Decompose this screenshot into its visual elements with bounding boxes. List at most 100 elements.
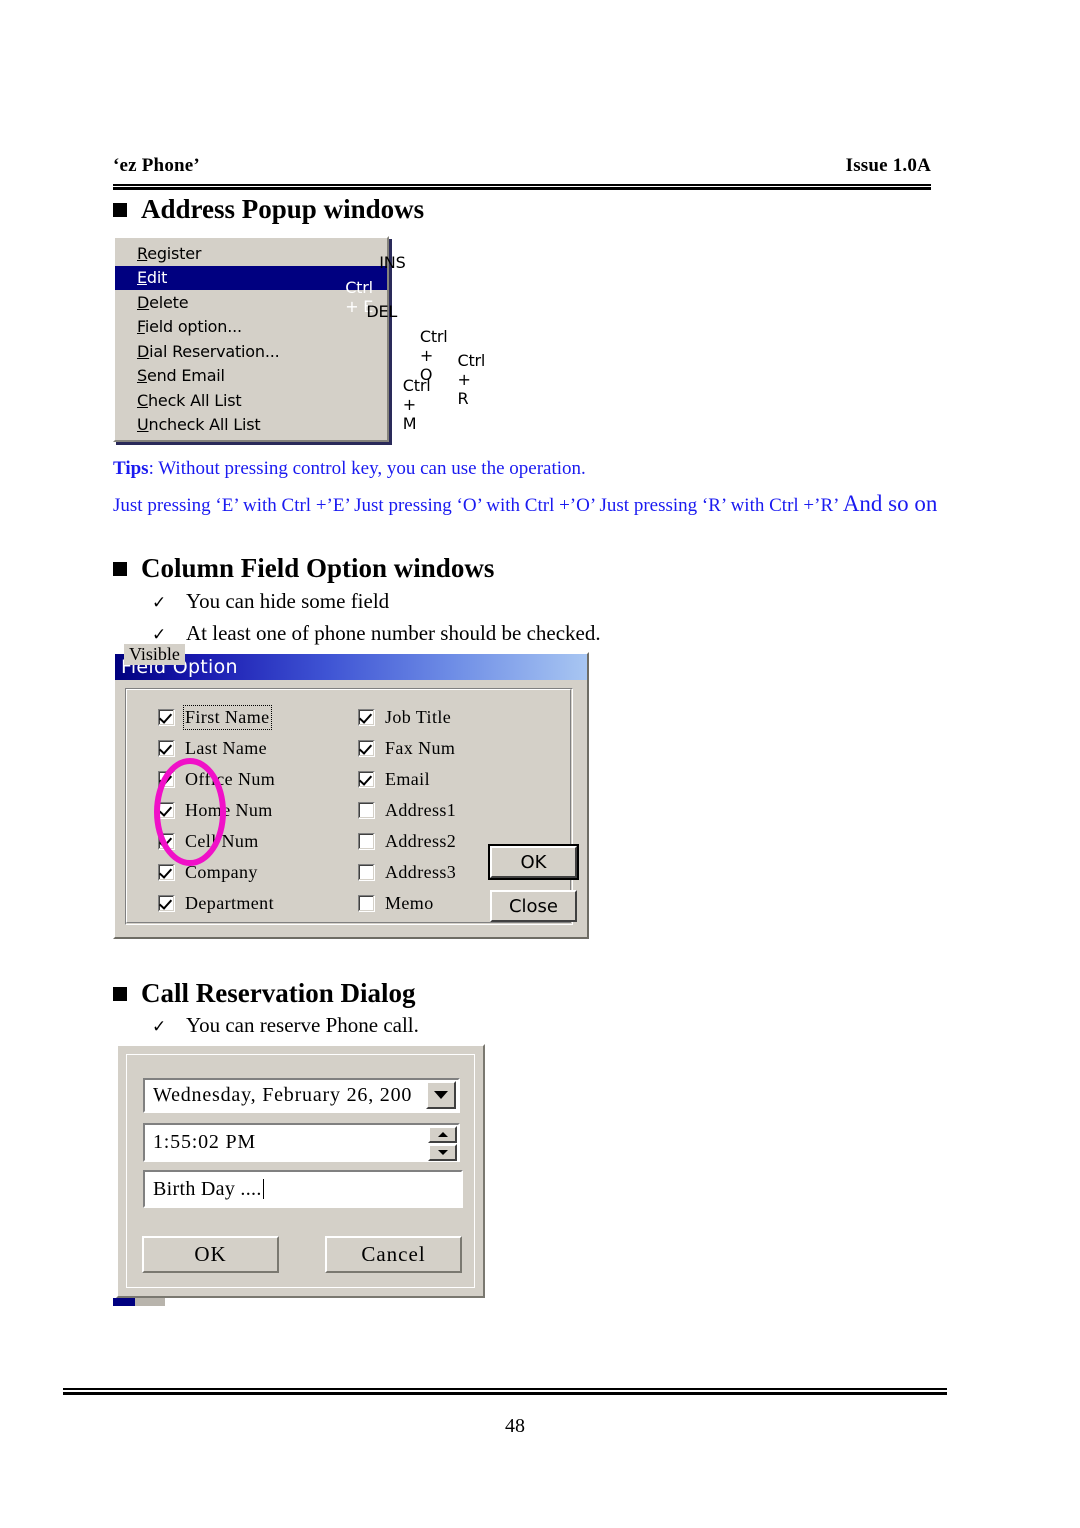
- menu-item-label: ncheck All List: [148, 415, 261, 435]
- chevron-down-icon: [434, 1091, 448, 1099]
- checkbox-label: Email: [385, 769, 430, 789]
- checkbox-memo[interactable]: [358, 895, 375, 912]
- bullet-text: You can reserve Phone call.: [186, 1013, 419, 1037]
- reservation-cancel-button[interactable]: Cancel: [325, 1236, 462, 1273]
- bullet-hide-some-field: ✓ You can hide some field: [152, 589, 389, 614]
- menu-mnemonic: D: [137, 292, 150, 312]
- menu-item-accelerator: Ctrl + R: [457, 351, 486, 409]
- checkbox-department[interactable]: [158, 895, 175, 912]
- bullet-text: At least one of phone number should be c…: [186, 621, 601, 645]
- field-option-right-column: Job Title Fax Num Email Address1 Address…: [358, 702, 456, 919]
- reservation-ok-button[interactable]: OK: [142, 1236, 279, 1273]
- reservation-memo-field[interactable]: Birth Day ....: [143, 1170, 463, 1208]
- menu-item-accelerator: Ctrl + M: [402, 375, 431, 433]
- bullet-at-least-one-phone: ✓ At least one of phone number should be…: [152, 621, 601, 646]
- reservation-time-value: 1:55:02 PM: [153, 1131, 257, 1153]
- menu-mnemonic: C: [137, 390, 148, 410]
- menu-item-register[interactable]: Register INS: [115, 241, 406, 273]
- taskbar-fragment: [113, 1298, 135, 1306]
- checkbox-label: Address2: [385, 831, 457, 851]
- checkbox-last-name[interactable]: [158, 740, 175, 757]
- menu-item-label: dit: [146, 268, 168, 288]
- menu-mnemonic: F: [137, 317, 145, 337]
- menu-mnemonic: R: [137, 243, 148, 263]
- reservation-memo-value: Birth Day ....: [153, 1177, 262, 1200]
- magenta-ellipse-annotation: [154, 758, 226, 866]
- square-bullet-icon: [113, 202, 127, 217]
- checkbox-row-address1[interactable]: Address1: [358, 795, 456, 826]
- address-popup-context-menu[interactable]: Register INS Edit Ctrl + E Delete DEL Fi…: [113, 236, 485, 442]
- menu-mnemonic: D: [137, 341, 150, 361]
- checkbox-row-first-name[interactable]: First Name: [158, 702, 275, 733]
- tips-line-two-tail: And so on: [842, 491, 938, 516]
- menu-mnemonic: E: [137, 268, 147, 288]
- field-option-ok-button[interactable]: OK: [490, 846, 577, 878]
- field-option-titlebar: Field Option: [115, 654, 587, 680]
- page-number: 48: [505, 1415, 525, 1437]
- checkbox-label: First Name: [183, 705, 272, 730]
- menu-item-label: ial Reservation...: [149, 341, 280, 361]
- checkbox-row-fax-num[interactable]: Fax Num: [358, 733, 456, 764]
- section-title: Address Popup windows: [141, 194, 425, 224]
- menu-item-label: elete: [149, 292, 189, 312]
- check-mark-icon: ✓: [152, 1017, 167, 1037]
- chevron-up-icon: [437, 1132, 448, 1137]
- section-title: Call Reservation Dialog: [141, 978, 416, 1008]
- checkbox-address3[interactable]: [358, 864, 375, 881]
- tips-line-one-rest: : Without pressing control key, you can …: [148, 458, 586, 479]
- menu-item-field-option[interactable]: Field option... Ctrl + O: [115, 315, 448, 384]
- menu-item-uncheck-all-list[interactable]: Uncheck All List: [115, 413, 387, 438]
- section-heading-column-field-option: Column Field Option windows: [113, 553, 494, 584]
- menu-item-label: end Email: [146, 366, 225, 386]
- menu-item-check-all-list[interactable]: Check All List: [115, 388, 387, 413]
- checkbox-job-title[interactable]: [358, 709, 375, 726]
- menu-item-label: egister: [147, 243, 202, 263]
- check-mark-icon: ✓: [152, 625, 167, 645]
- checkbox-label: Address3: [385, 862, 457, 882]
- square-bullet-icon: [113, 561, 127, 576]
- time-spinner-down-button[interactable]: [428, 1144, 457, 1161]
- checkbox-fax-num[interactable]: [358, 740, 375, 757]
- checkbox-row-memo[interactable]: Memo: [358, 888, 456, 919]
- tips-label: Tips: [113, 458, 149, 479]
- document-header: ‘ez Phone’ Issue 1.0A: [113, 155, 931, 177]
- reservation-time-field[interactable]: 1:55:02 PM: [143, 1123, 460, 1162]
- taskbar-fragment-gray: [135, 1298, 165, 1306]
- checkbox-address1[interactable]: [358, 802, 375, 819]
- reservation-date-field[interactable]: Wednesday, February 26, 200: [143, 1078, 460, 1113]
- menu-item-accelerator: DEL: [366, 302, 398, 322]
- checkbox-label: Fax Num: [385, 738, 456, 758]
- text-caret: [262, 1179, 265, 1199]
- checkbox-email[interactable]: [358, 771, 375, 788]
- checkbox-row-address2[interactable]: Address2: [358, 826, 456, 857]
- header-left-title: ‘ez Phone’: [113, 155, 200, 176]
- square-bullet-icon: [113, 986, 127, 1001]
- reservation-date-value: Wednesday, February 26, 200: [153, 1084, 413, 1106]
- field-option-close-button[interactable]: Close: [490, 890, 577, 922]
- checkbox-row-address3[interactable]: Address3: [358, 857, 456, 888]
- menu-mnemonic: S: [137, 366, 147, 386]
- time-spinner-up-button[interactable]: [428, 1126, 457, 1143]
- footer-divider-rule: [63, 1388, 947, 1395]
- check-mark-icon: ✓: [152, 593, 167, 613]
- header-right-issue: Issue 1.0A: [845, 155, 931, 176]
- checkbox-label: Memo: [385, 893, 434, 913]
- checkbox-row-last-name[interactable]: Last Name: [158, 733, 275, 764]
- bullet-reserve-phone-call: ✓ You can reserve Phone call.: [152, 1013, 419, 1038]
- checkbox-label: Last Name: [185, 738, 268, 758]
- checkbox-address2[interactable]: [358, 833, 375, 850]
- checkbox-company[interactable]: [158, 864, 175, 881]
- section-heading-address-popup: Address Popup windows: [113, 194, 424, 225]
- tips-line-two: Just pressing ‘E’ with Ctrl +’E’ Just pr…: [113, 491, 937, 517]
- checkbox-label: Department: [185, 893, 274, 913]
- section-title: Column Field Option windows: [141, 553, 495, 583]
- menu-item-send-email[interactable]: Send Email Ctrl + M: [115, 364, 431, 433]
- checkbox-row-email[interactable]: Email: [358, 764, 456, 795]
- checkbox-row-department[interactable]: Department: [158, 888, 275, 919]
- checkbox-first-name[interactable]: [158, 709, 175, 726]
- menu-item-edit[interactable]: Edit Ctrl + E: [115, 265, 387, 316]
- date-dropdown-button[interactable]: [426, 1081, 456, 1109]
- menu-item-dial-reservation[interactable]: Dial Reservation... Ctrl + R: [115, 339, 485, 409]
- checkbox-row-job-title[interactable]: Job Title: [358, 702, 456, 733]
- menu-item-label: heck All List: [147, 390, 242, 410]
